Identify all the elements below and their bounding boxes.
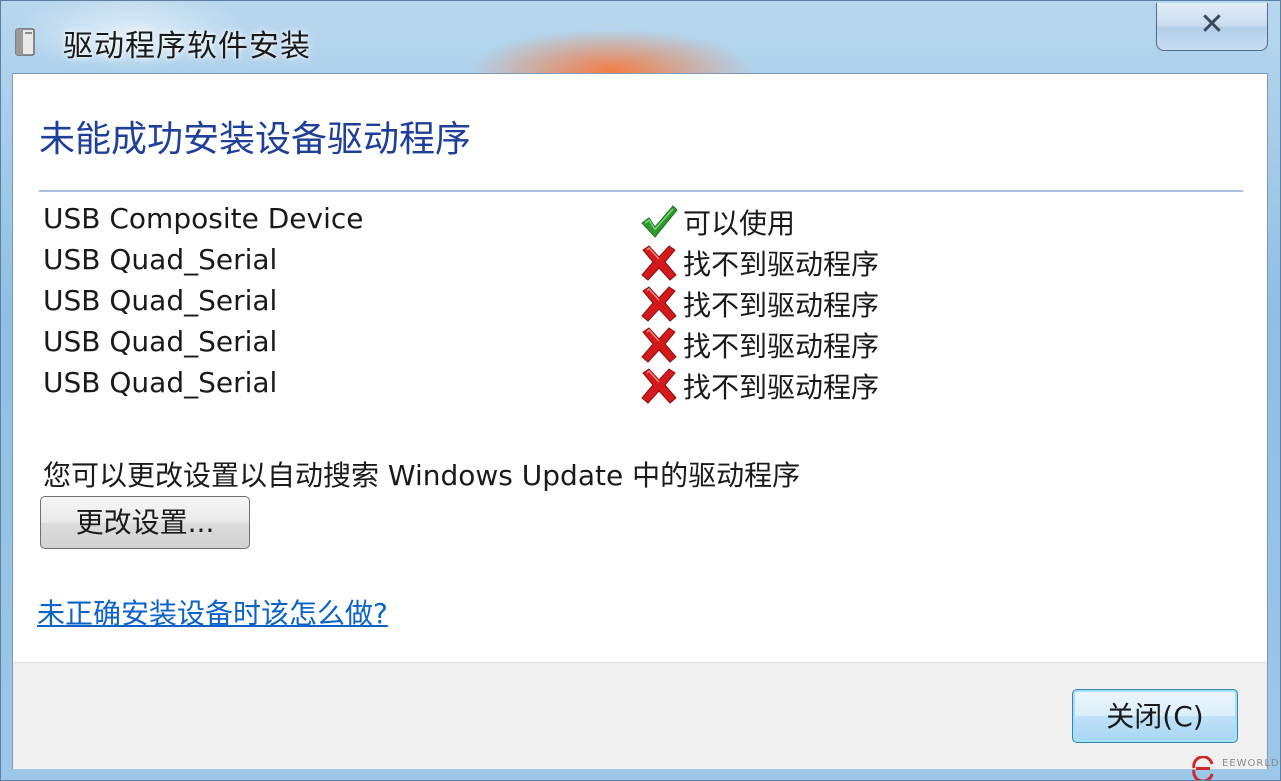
dialog-footer: 关闭(C): [13, 662, 1267, 769]
device-status: 可以使用: [683, 207, 796, 240]
window-title: 驱动程序软件安装: [63, 29, 311, 64]
close-icon: ✕: [1199, 7, 1225, 42]
window-close-button[interactable]: ✕: [1156, 3, 1268, 51]
device-status: 找不到驱动程序: [683, 248, 880, 281]
device-name: USB Quad_Serial: [43, 325, 278, 358]
device-installer-icon: [13, 27, 39, 57]
list-item: USB Quad_Serial 找不到驱动程序: [43, 241, 943, 282]
checkmark-icon: [639, 203, 679, 241]
error-x-icon: [639, 367, 679, 405]
device-name: USB Quad_Serial: [43, 243, 278, 276]
list-item: USB Quad_Serial 找不到驱动程序: [43, 364, 943, 405]
list-item: USB Quad_Serial 找不到驱动程序: [43, 323, 943, 364]
device-name: USB Quad_Serial: [43, 366, 278, 399]
list-item: USB Quad_Serial 找不到驱动程序: [43, 282, 943, 323]
watermark-logo: EEWORLD: [1186, 754, 1281, 781]
dialog-window: 驱动程序软件安装 ✕ 未能成功安装设备驱动程序 USB Composite De…: [0, 0, 1281, 781]
close-button[interactable]: 关闭(C): [1072, 689, 1238, 743]
device-name: USB Composite Device: [43, 202, 364, 235]
error-x-icon: [639, 285, 679, 323]
device-name: USB Quad_Serial: [43, 284, 278, 317]
device-status: 找不到驱动程序: [683, 289, 880, 322]
help-link[interactable]: 未正确安装设备时该怎么做?: [37, 592, 388, 632]
device-status: 找不到驱动程序: [683, 330, 880, 363]
heading-divider: [39, 190, 1243, 192]
change-settings-button[interactable]: 更改设置...: [40, 496, 250, 549]
error-x-icon: [639, 244, 679, 282]
list-item: USB Composite Device 可以使用: [43, 200, 943, 241]
title-bar[interactable]: 驱动程序软件安装 ✕: [1, 1, 1281, 73]
device-list: USB Composite Device 可以使用 USB Quad_Seria…: [43, 200, 943, 405]
error-x-icon: [639, 326, 679, 364]
windows-update-hint: 您可以更改设置以自动搜索 Windows Update 中的驱动程序: [43, 459, 801, 492]
watermark-text: EEWORLD: [1222, 758, 1280, 769]
dialog-content: 未能成功安装设备驱动程序 USB Composite Device 可以使用 U…: [12, 73, 1268, 769]
page-title: 未能成功安装设备驱动程序: [39, 119, 472, 160]
device-status: 找不到驱动程序: [683, 371, 880, 404]
